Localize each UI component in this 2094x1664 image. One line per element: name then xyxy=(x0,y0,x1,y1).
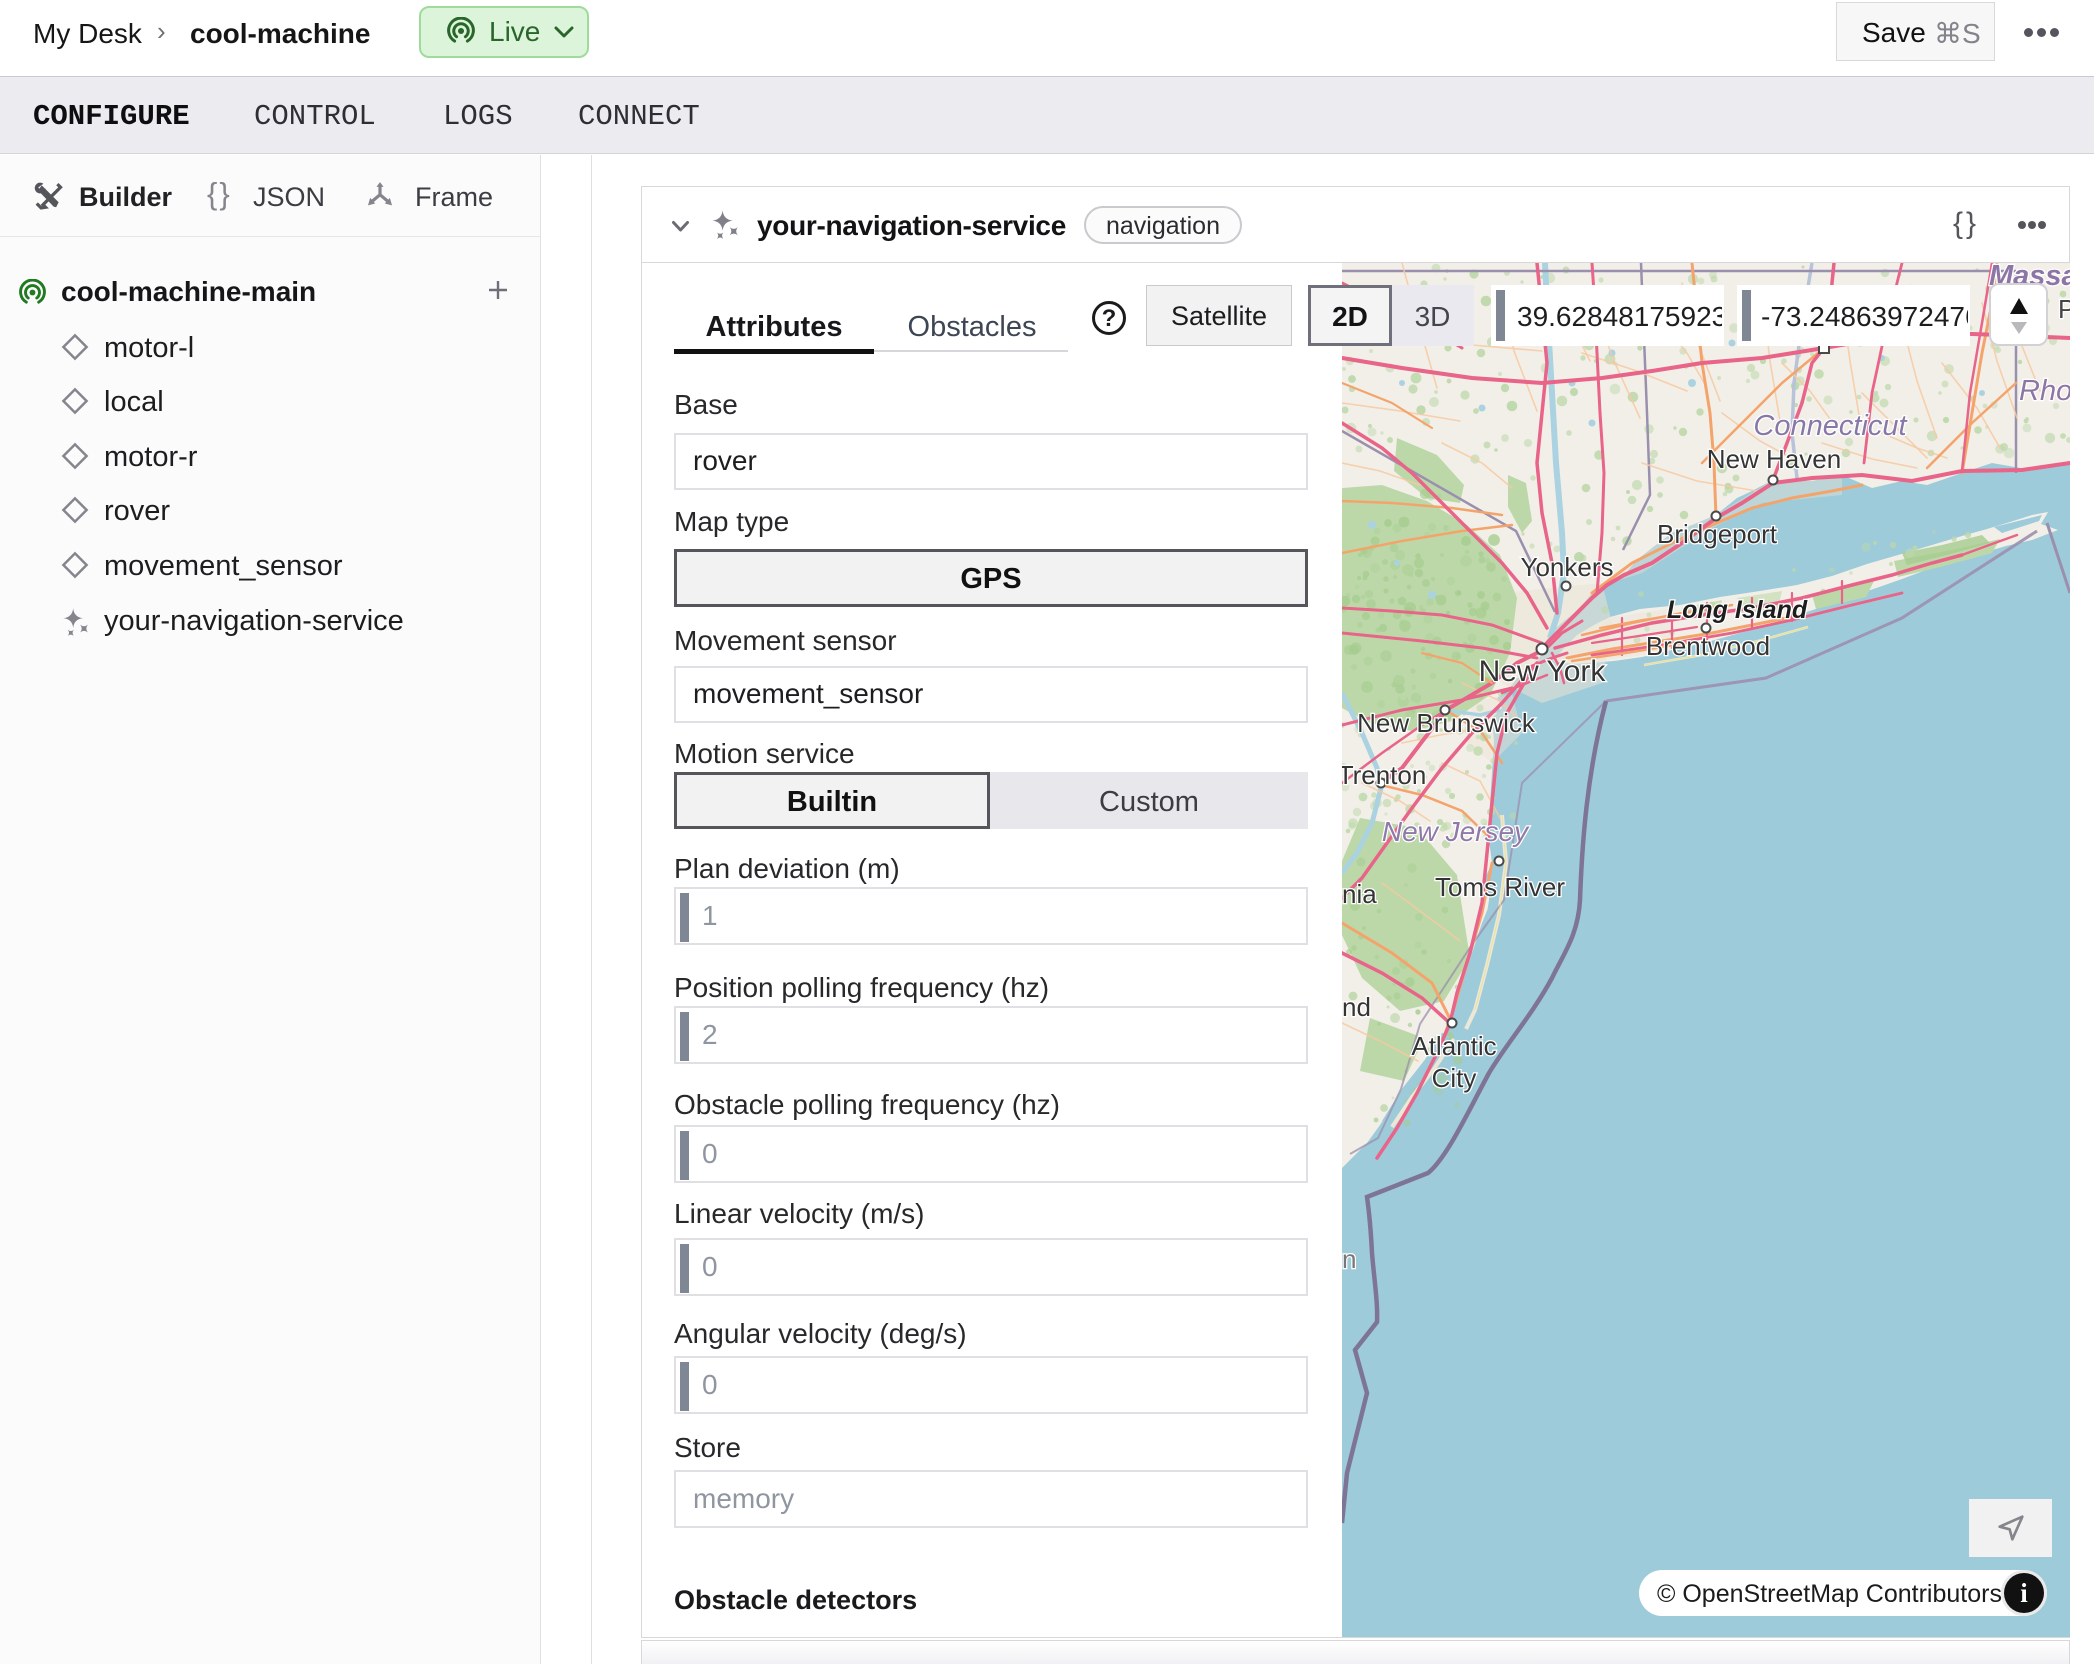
svg-text:Pro: Pro xyxy=(2058,294,2070,324)
svg-text:New Haven: New Haven xyxy=(1707,444,1841,474)
svg-text:New York: New York xyxy=(1479,655,1607,688)
svg-text:Rhod: Rhod xyxy=(2019,375,2070,407)
svg-text:Trenton: Trenton xyxy=(1342,760,1426,790)
svg-text:Toms River: Toms River xyxy=(1435,872,1565,902)
svg-text:Connecticut: Connecticut xyxy=(1753,410,1908,442)
svg-text:New Jersey: New Jersey xyxy=(1382,816,1530,847)
svg-text:Atlantic: Atlantic xyxy=(1411,1031,1496,1061)
svg-text:New Brunswick: New Brunswick xyxy=(1357,708,1536,738)
svg-text:Long Island: Long Island xyxy=(1667,596,1808,624)
svg-text:nd: nd xyxy=(1342,992,1371,1022)
svg-text:Bridgeport: Bridgeport xyxy=(1657,519,1778,549)
svg-text:City: City xyxy=(1432,1063,1477,1093)
svg-text:Brentwood: Brentwood xyxy=(1646,631,1770,661)
svg-text:nia: nia xyxy=(1342,879,1377,909)
svg-text:Yonkers: Yonkers xyxy=(1521,552,1614,582)
svg-text:n: n xyxy=(1342,1244,1356,1274)
